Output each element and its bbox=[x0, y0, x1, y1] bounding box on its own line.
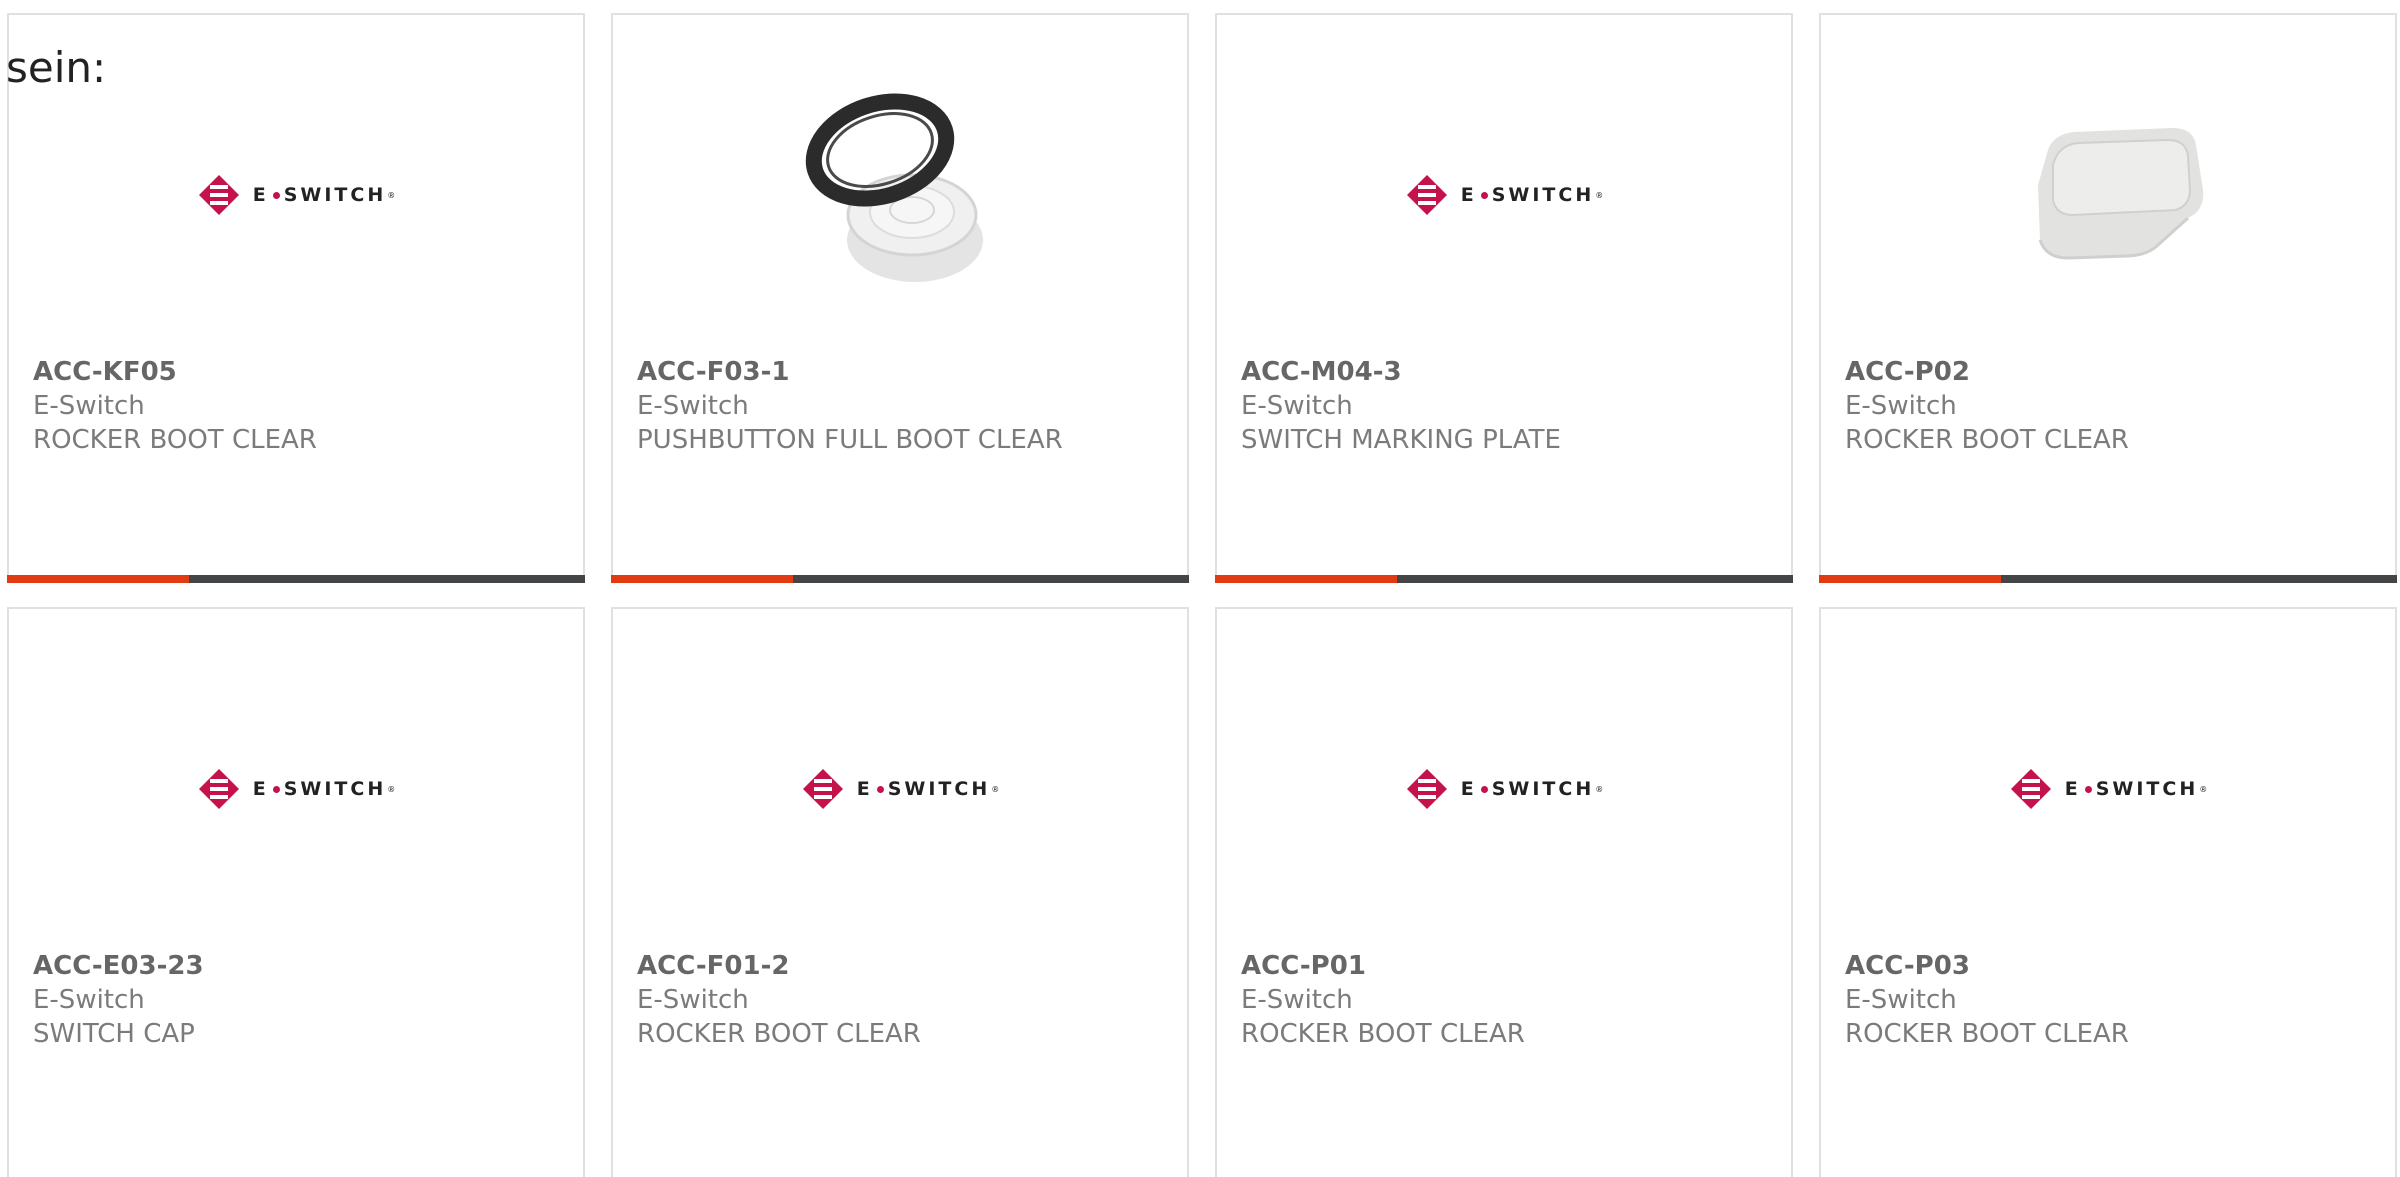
manufacturer-label: E-Switch bbox=[1845, 985, 1957, 1015]
e-switch-logo: E SWITCH ® bbox=[1405, 173, 1604, 217]
manufacturer-label: E-Switch bbox=[637, 985, 749, 1015]
product-card[interactable]: ACC-P02 E-Switch ROCKER BOOT CLEAR bbox=[1819, 13, 2397, 583]
product-grid: E SWITCH ® ACC-KF05 E-Switch ROCKER BOOT C… bbox=[7, 13, 2400, 1177]
e-switch-logo: E SWITCH ® bbox=[197, 173, 396, 217]
intro-text: sein: bbox=[6, 43, 107, 92]
manufacturer-label: E-Switch bbox=[1241, 391, 1353, 421]
product-image[interactable]: E SWITCH ® bbox=[1821, 659, 2395, 919]
product-image[interactable]: E SWITCH ® bbox=[9, 659, 583, 919]
pushbutton-boot-photo bbox=[790, 90, 1010, 300]
e-switch-logo-mark-icon bbox=[2010, 769, 2051, 809]
product-card[interactable]: E SWITCH ® ACC-P01 E-Switch ROCKER BOOT CL… bbox=[1215, 607, 1793, 1177]
product-card[interactable]: E SWITCH ® ACC-KF05 E-Switch ROCKER BOOT C… bbox=[7, 13, 585, 583]
product-image[interactable] bbox=[613, 65, 1187, 325]
card-bottom-bar bbox=[611, 575, 1189, 583]
description-label: PUSHBUTTON FULL BOOT CLEAR bbox=[637, 425, 1063, 455]
product-card[interactable]: E SWITCH ® ACC-F01-2 E-Switch ROCKER BOOT … bbox=[611, 607, 1189, 1177]
e-switch-logo: E SWITCH ® bbox=[2009, 767, 2208, 811]
card-bottom-bar bbox=[7, 575, 585, 583]
description-label: ROCKER BOOT CLEAR bbox=[1241, 1019, 1525, 1049]
description-label: SWITCH CAP bbox=[33, 1019, 195, 1049]
e-switch-logo-text: E SWITCH ® bbox=[252, 184, 396, 206]
manufacturer-label: E-Switch bbox=[1241, 985, 1353, 1015]
product-image[interactable]: E SWITCH ® bbox=[613, 659, 1187, 919]
product-card[interactable]: E SWITCH ® ACC-M04-3 E-Switch SWITCH MARKI… bbox=[1215, 13, 1793, 583]
manufacturer-label: E-Switch bbox=[1845, 391, 1957, 421]
description-label: ROCKER BOOT CLEAR bbox=[33, 425, 317, 455]
part-number-link[interactable]: ACC-F01-2 bbox=[637, 949, 1167, 983]
product-image[interactable]: E SWITCH ® bbox=[9, 65, 583, 325]
e-switch-logo-mark-icon bbox=[1406, 769, 1447, 809]
e-switch-logo-mark-icon bbox=[198, 769, 239, 809]
e-switch-logo: E SWITCH ® bbox=[801, 767, 1000, 811]
description-label: ROCKER BOOT CLEAR bbox=[637, 1019, 921, 1049]
card-bottom-bar bbox=[1215, 575, 1793, 583]
part-number-link[interactable]: ACC-M04-3 bbox=[1241, 355, 1771, 389]
part-number-link[interactable]: ACC-P02 bbox=[1845, 355, 2375, 389]
product-card[interactable]: E SWITCH ® ACC-E03-23 E-Switch SWITCH CAP bbox=[7, 607, 585, 1177]
description-label: ROCKER BOOT CLEAR bbox=[1845, 1019, 2129, 1049]
e-switch-logo-text: E SWITCH ® bbox=[1460, 184, 1604, 206]
e-switch-logo-text: E SWITCH ® bbox=[2064, 778, 2208, 800]
description-label: SWITCH MARKING PLATE bbox=[1241, 425, 1561, 455]
product-image[interactable] bbox=[1821, 65, 2395, 325]
part-number-link[interactable]: ACC-P01 bbox=[1241, 949, 1771, 983]
e-switch-logo-mark-icon bbox=[198, 175, 239, 215]
e-switch-logo-mark-icon bbox=[802, 769, 843, 809]
card-bottom-bar bbox=[1819, 575, 2397, 583]
rocker-boot-photo bbox=[1998, 90, 2218, 300]
e-switch-logo-mark-icon bbox=[1406, 175, 1447, 215]
e-switch-logo-text: E SWITCH ® bbox=[1460, 778, 1604, 800]
manufacturer-label: E-Switch bbox=[637, 391, 749, 421]
manufacturer-label: E-Switch bbox=[33, 985, 145, 1015]
product-card[interactable]: E SWITCH ® ACC-P03 E-Switch ROCKER BOOT CL… bbox=[1819, 607, 2397, 1177]
e-switch-logo-text: E SWITCH ® bbox=[856, 778, 1000, 800]
description-label: ROCKER BOOT CLEAR bbox=[1845, 425, 2129, 455]
product-card[interactable]: ACC-F03-1 E-Switch PUSHBUTTON FULL BOOT … bbox=[611, 13, 1189, 583]
e-switch-logo-text: E SWITCH ® bbox=[252, 778, 396, 800]
product-image[interactable]: E SWITCH ® bbox=[1217, 659, 1791, 919]
manufacturer-label: E-Switch bbox=[33, 391, 145, 421]
part-number-link[interactable]: ACC-F03-1 bbox=[637, 355, 1167, 389]
e-switch-logo: E SWITCH ® bbox=[1405, 767, 1604, 811]
part-number-link[interactable]: ACC-P03 bbox=[1845, 949, 2375, 983]
e-switch-logo: E SWITCH ® bbox=[197, 767, 396, 811]
part-number-link[interactable]: ACC-KF05 bbox=[33, 355, 563, 389]
part-number-link[interactable]: ACC-E03-23 bbox=[33, 949, 563, 983]
product-image[interactable]: E SWITCH ® bbox=[1217, 65, 1791, 325]
